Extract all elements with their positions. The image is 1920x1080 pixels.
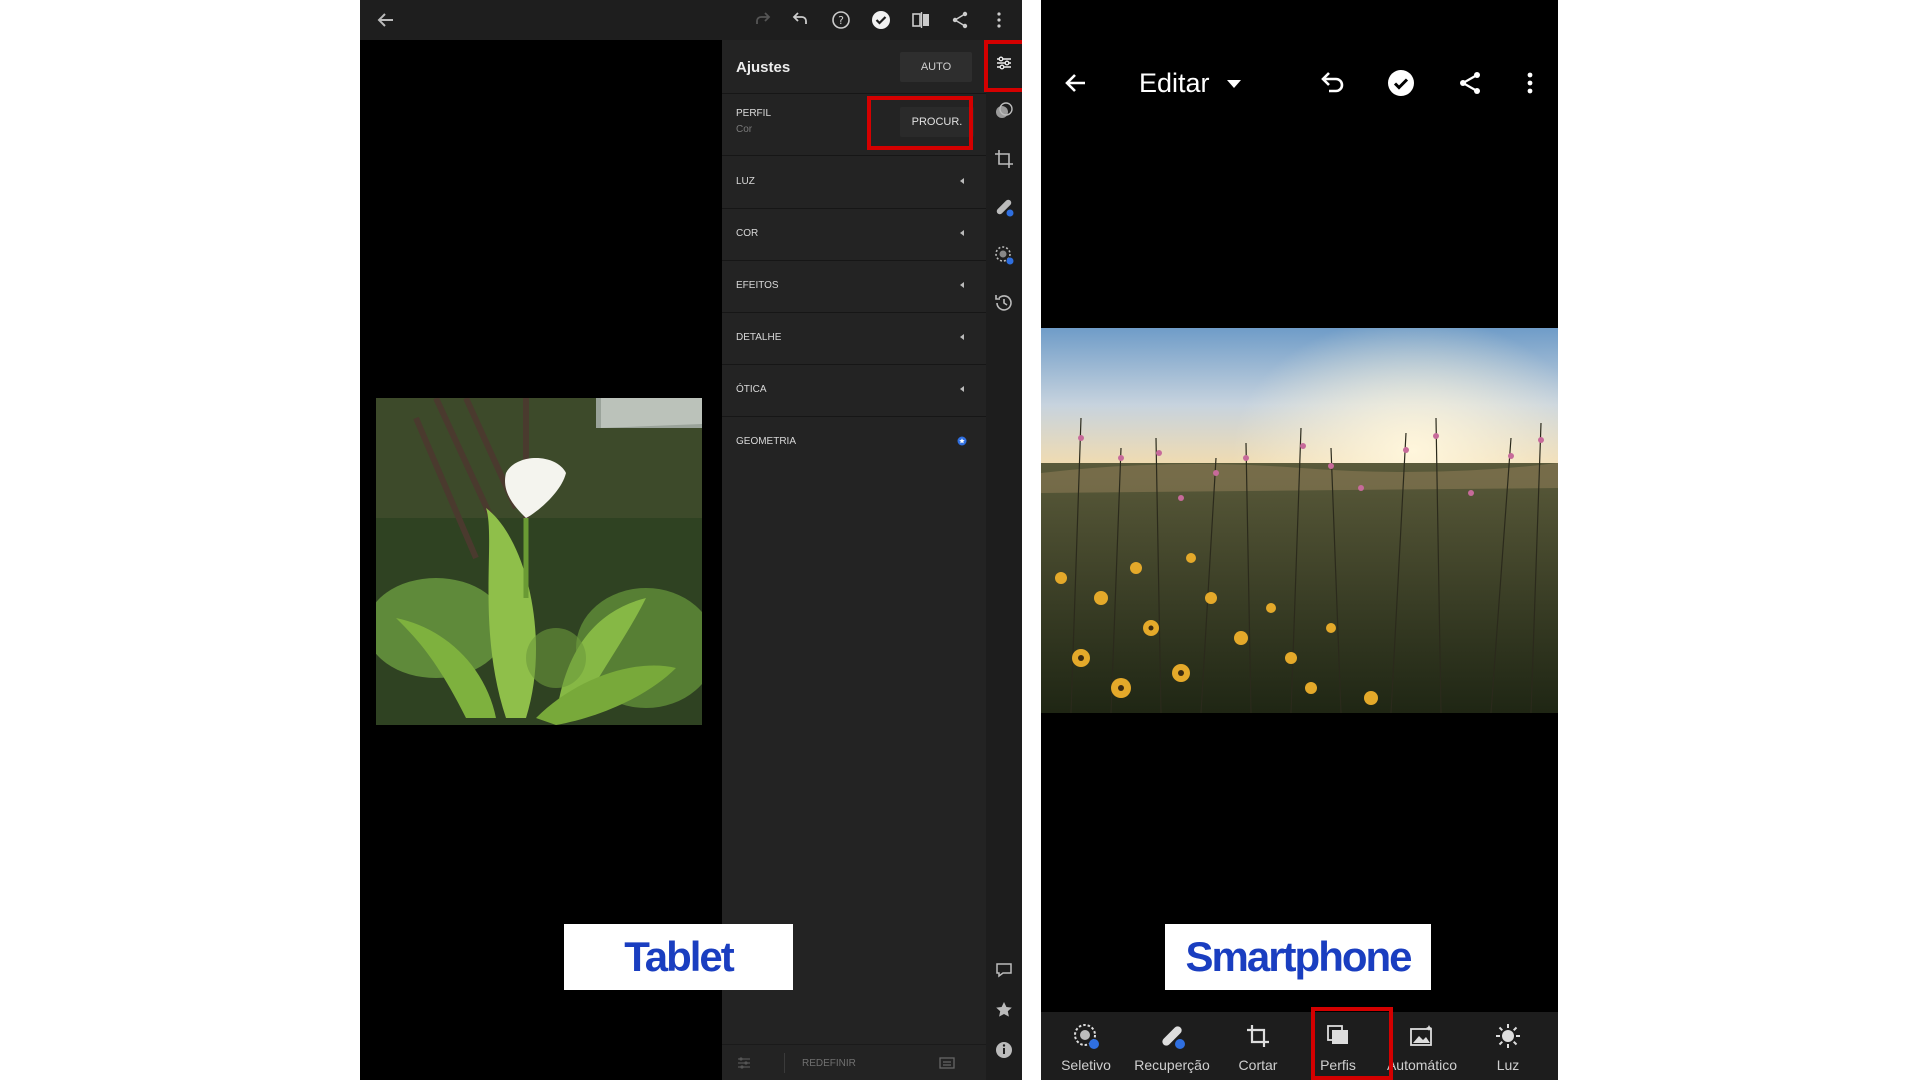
profile-value: Cor bbox=[736, 124, 753, 135]
redo-icon[interactable] bbox=[750, 8, 774, 32]
tool-seletivo[interactable]: Seletivo bbox=[1043, 1012, 1129, 1080]
section-detalhe[interactable]: DETALHE bbox=[722, 312, 986, 364]
photo-flower-field bbox=[1041, 328, 1558, 713]
expand-arrow-icon bbox=[957, 228, 967, 238]
panel-footer: REDEFINIR bbox=[722, 1044, 986, 1080]
photo-calla-lily bbox=[376, 398, 702, 725]
star-icon[interactable] bbox=[992, 998, 1016, 1022]
section-cor[interactable]: COR bbox=[722, 208, 986, 260]
section-efeitos[interactable]: EFEITOS bbox=[722, 260, 986, 312]
done-check-icon[interactable] bbox=[869, 8, 893, 32]
history-icon[interactable] bbox=[992, 291, 1016, 315]
tablet-top-toolbar: ? bbox=[360, 0, 1022, 40]
healing-icon[interactable] bbox=[992, 195, 1016, 219]
undo-icon[interactable] bbox=[1317, 68, 1347, 98]
expand-arrow-icon bbox=[957, 384, 967, 394]
reset-button[interactable]: REDEFINIR bbox=[802, 1058, 856, 1069]
auto-button[interactable]: AUTO bbox=[900, 52, 972, 82]
panel-title: Ajustes bbox=[736, 59, 791, 76]
section-label: ÓTICA bbox=[736, 384, 767, 395]
healing-icon bbox=[1158, 1022, 1186, 1050]
done-check-icon[interactable] bbox=[1386, 68, 1416, 98]
share-icon[interactable] bbox=[948, 8, 972, 32]
light-icon bbox=[1494, 1022, 1522, 1050]
smartphone-screen: Editar Seletivo Recuperção Cortar Perfis… bbox=[1041, 0, 1558, 1080]
section-label: EFEITOS bbox=[736, 280, 779, 291]
section-label: LUZ bbox=[736, 176, 755, 187]
premium-star-icon bbox=[957, 436, 967, 446]
section-geometria[interactable]: GEOMETRIA bbox=[722, 416, 986, 468]
preset-icon[interactable] bbox=[938, 1055, 956, 1071]
highlight-perfis bbox=[1311, 1007, 1393, 1080]
section-label: COR bbox=[736, 228, 759, 239]
bottom-tool-bar: Seletivo Recuperção Cortar Perfis Automá… bbox=[1041, 1012, 1558, 1080]
comment-icon[interactable] bbox=[992, 958, 1016, 982]
tool-label: Cortar bbox=[1238, 1057, 1278, 1073]
presets-icon[interactable] bbox=[992, 99, 1016, 123]
section-label: DETALHE bbox=[736, 332, 782, 343]
help-icon[interactable]: ? bbox=[829, 8, 853, 32]
selective-icon bbox=[1072, 1022, 1100, 1050]
tool-cortar[interactable]: Cortar bbox=[1215, 1012, 1301, 1080]
adjust-sliders-icon[interactable] bbox=[736, 1055, 752, 1071]
tablet-screen: ? Ajustes AUTO PERFIL Cor PROCUR. LUZ CO… bbox=[360, 0, 1022, 1080]
tool-icon-strip bbox=[986, 40, 1022, 1080]
crop-icon bbox=[1244, 1022, 1272, 1050]
info-icon[interactable] bbox=[992, 1038, 1016, 1062]
share-icon[interactable] bbox=[1455, 68, 1485, 98]
auto-icon bbox=[1408, 1022, 1436, 1050]
tool-luz[interactable]: Luz bbox=[1465, 1012, 1551, 1080]
tool-label: Seletivo bbox=[1061, 1057, 1111, 1073]
expand-arrow-icon bbox=[957, 176, 967, 186]
back-arrow-icon[interactable] bbox=[374, 8, 398, 32]
crop-icon[interactable] bbox=[992, 147, 1016, 171]
section-label: GEOMETRIA bbox=[736, 436, 797, 447]
more-icon[interactable] bbox=[987, 8, 1011, 32]
dropdown-caret-icon[interactable] bbox=[1219, 68, 1249, 98]
tool-label: Luz bbox=[1496, 1057, 1520, 1073]
smartphone-badge: Smartphone bbox=[1165, 924, 1431, 990]
more-icon[interactable] bbox=[1515, 68, 1545, 98]
undo-icon[interactable] bbox=[789, 8, 813, 32]
page-title[interactable]: Editar bbox=[1139, 68, 1210, 98]
expand-arrow-icon bbox=[957, 332, 967, 342]
highlight-adjustments bbox=[984, 40, 1022, 92]
section-otica[interactable]: ÓTICA bbox=[722, 364, 986, 416]
back-arrow-icon[interactable] bbox=[1061, 68, 1091, 98]
compare-icon[interactable] bbox=[909, 8, 933, 32]
profile-label: PERFIL bbox=[736, 108, 772, 119]
section-luz[interactable]: LUZ bbox=[722, 156, 986, 208]
expand-arrow-icon bbox=[957, 280, 967, 290]
svg-text:?: ? bbox=[838, 14, 844, 27]
highlight-browse-profiles bbox=[867, 96, 973, 150]
tool-label: Recuperção bbox=[1134, 1057, 1210, 1073]
tool-recuperacao[interactable]: Recuperção bbox=[1129, 1012, 1215, 1080]
tablet-badge: Tablet bbox=[564, 924, 793, 990]
selective-icon[interactable] bbox=[992, 243, 1016, 267]
